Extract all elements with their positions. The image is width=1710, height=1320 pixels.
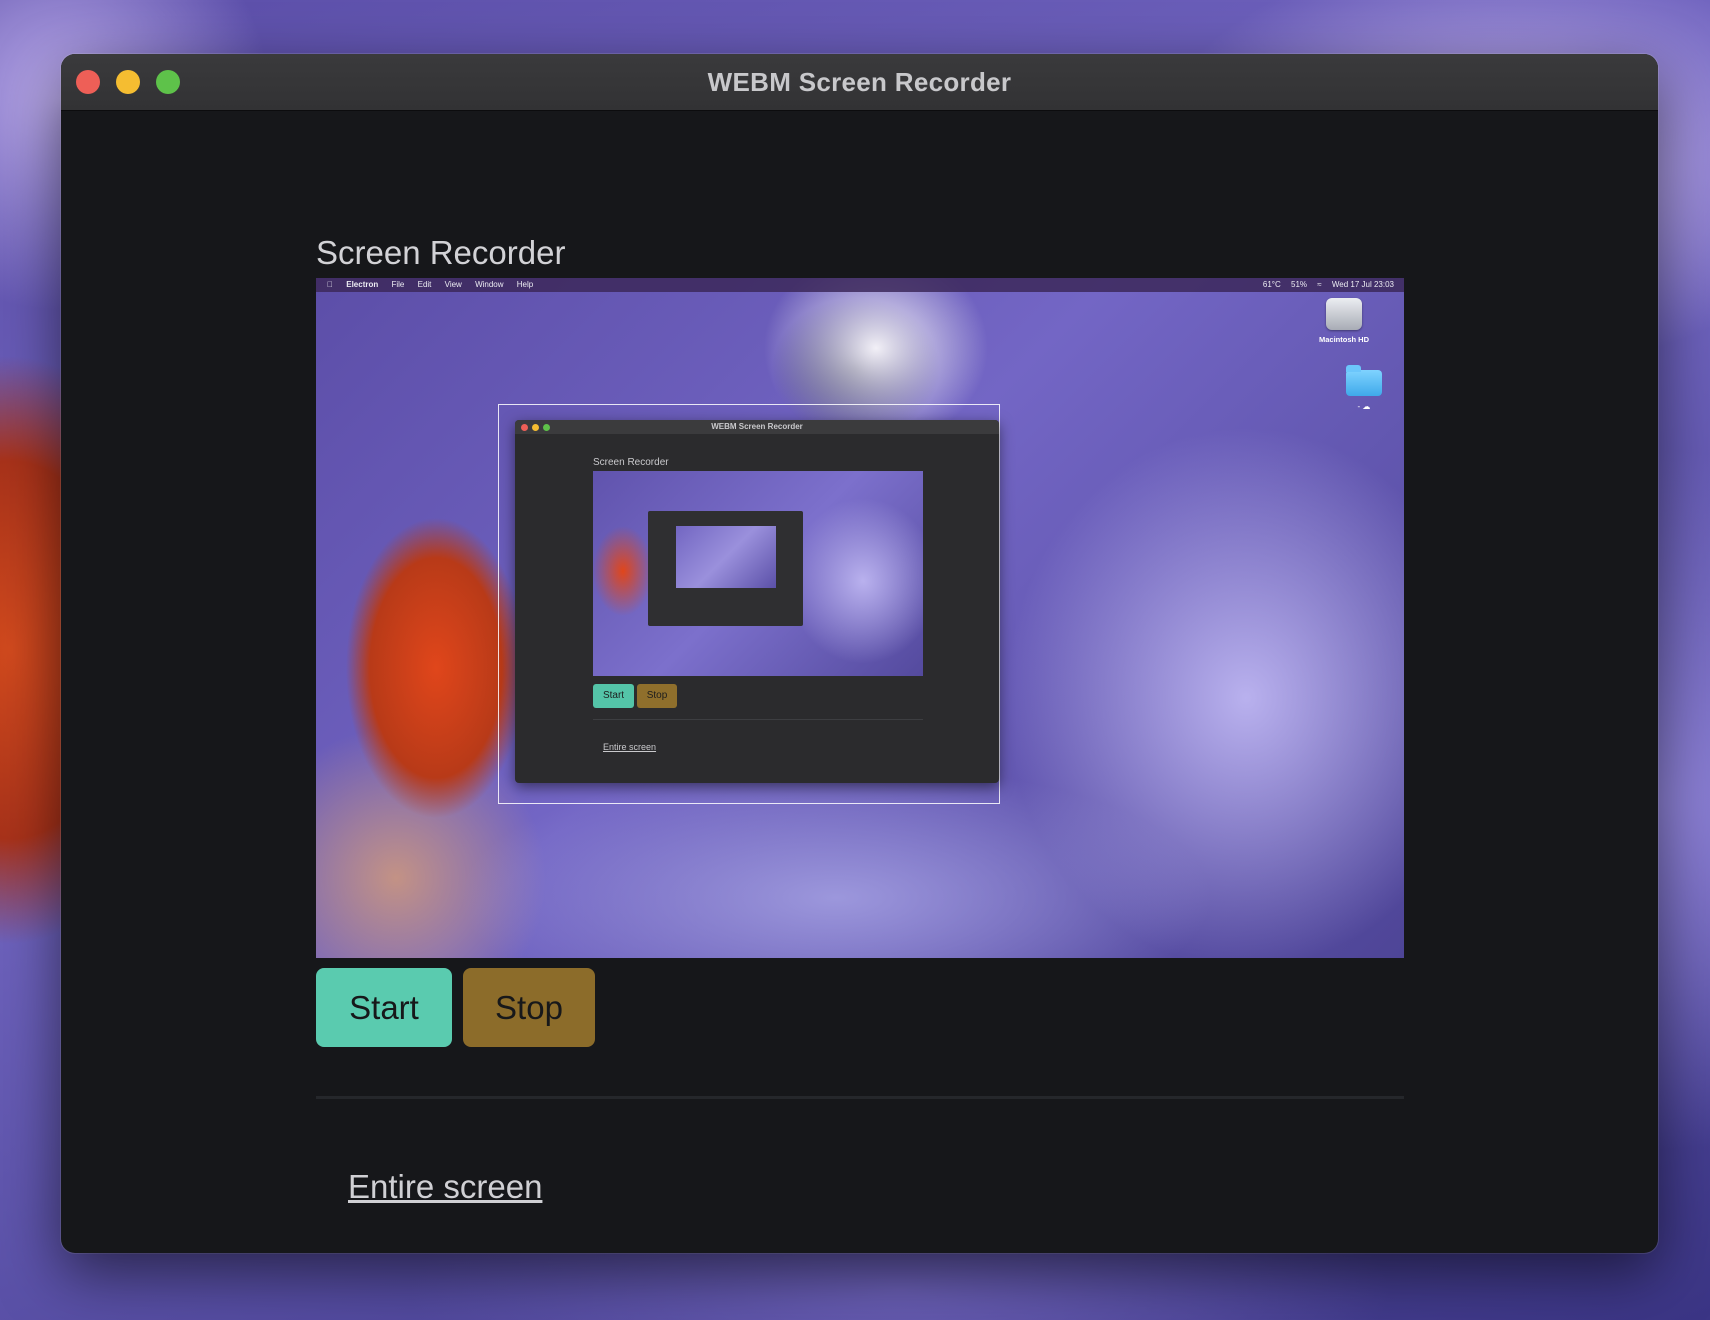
folder-label: - ☁ <box>1357 402 1371 411</box>
battery-readout: 51% <box>1291 280 1308 289</box>
preview-menubar:  Electron File Edit View Window Help 61… <box>316 278 1404 292</box>
menubar-item-view: View <box>436 280 462 289</box>
recursive-preview-thumbnail <box>676 526 776 588</box>
nested-video-preview <box>593 471 923 676</box>
recursive-window-thumbnail <box>648 511 803 626</box>
menubar-item-edit: Edit <box>409 280 432 289</box>
nested-window-title: WEBM Screen Recorder <box>711 422 803 431</box>
nested-page-title: Screen Recorder <box>593 457 669 468</box>
divider <box>316 1096 1404 1099</box>
video-preview:  Electron File Edit View Window Help 61… <box>316 278 1404 958</box>
source-link-entire-screen[interactable]: Entire screen <box>348 1168 542 1206</box>
title-bar[interactable]: WEBM Screen Recorder <box>61 54 1658 111</box>
folder-icon <box>1346 365 1382 396</box>
menubar-status: 61°C 51% ≈ Wed 17 Jul 23:03 <box>1255 278 1394 292</box>
nested-start-button: Start <box>593 684 634 708</box>
window-title: WEBM Screen Recorder <box>707 67 1012 97</box>
clock-readout: Wed 17 Jul 23:03 <box>1331 280 1394 289</box>
start-button[interactable]: Start <box>316 968 452 1047</box>
menubar-item-help: Help <box>508 280 533 289</box>
wifi-icon: ≈ <box>1317 280 1322 289</box>
nested-title-bar: WEBM Screen Recorder <box>515 420 999 434</box>
apple-icon:  <box>327 280 333 289</box>
app-window: WEBM Screen Recorder Screen Recorder  E… <box>61 54 1658 1253</box>
drive-label: Macintosh HD <box>1318 335 1369 344</box>
menubar-app-name: Electron <box>338 280 378 289</box>
stop-button[interactable]: Stop <box>463 968 595 1047</box>
nested-app-window: WEBM Screen Recorder Screen Recorder Sta… <box>515 420 999 783</box>
drive-icon <box>1326 298 1362 330</box>
nested-source-link: Entire screen <box>603 742 657 752</box>
nested-divider <box>593 719 923 720</box>
menubar-item-file: File <box>383 280 404 289</box>
page-title: Screen Recorder <box>316 234 566 271</box>
temperature-readout: 61°C <box>1262 280 1281 289</box>
nested-stop-button: Stop <box>637 684 677 708</box>
menubar-item-window: Window <box>466 280 503 289</box>
